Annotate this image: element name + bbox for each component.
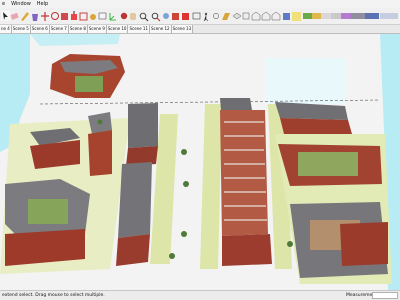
wireframe-icon[interactable] xyxy=(303,13,321,19)
shadow-icon[interactable] xyxy=(365,13,379,19)
tab-scene-6[interactable]: Scene 6 xyxy=(30,25,50,33)
water-canal-top xyxy=(30,34,120,46)
monochrome-icon[interactable] xyxy=(351,13,365,19)
tab-scene-8[interactable]: Scene 8 xyxy=(68,25,88,33)
paint-bucket-icon[interactable] xyxy=(32,14,38,21)
text-icon[interactable] xyxy=(98,12,107,20)
iso-view-icon[interactable] xyxy=(232,12,242,20)
status-bar: extend select. Drag mouse to select mult… xyxy=(0,290,400,300)
hidden-line-icon[interactable] xyxy=(321,13,331,19)
shaded-icon[interactable] xyxy=(331,13,341,19)
model-viewport[interactable] xyxy=(0,34,400,290)
building-block-c xyxy=(220,110,268,236)
toolbar-icons xyxy=(1,11,398,22)
menu-bar: e Window Help xyxy=(0,0,400,8)
tab-scene-11[interactable]: Scene 11 xyxy=(128,25,151,33)
building-block-d xyxy=(222,234,272,266)
pan-icon[interactable] xyxy=(130,13,136,20)
push-pull-icon[interactable] xyxy=(71,11,77,20)
scale-icon[interactable] xyxy=(61,13,68,20)
extension-icon[interactable] xyxy=(182,13,189,20)
tab-scene-5[interactable]: Scene 5 xyxy=(11,25,31,33)
textured-icon[interactable] xyxy=(341,13,351,19)
building-block-b xyxy=(116,234,150,266)
water-pool-top-right xyxy=(265,58,345,104)
status-hint: extend select. Drag mouse to select mult… xyxy=(2,293,105,298)
zoom-extents-icon[interactable] xyxy=(151,12,161,22)
tab-scene-10[interactable]: Scene 10 xyxy=(106,25,129,33)
back-view-icon[interactable] xyxy=(271,11,281,21)
building-block-a-roof xyxy=(128,103,158,148)
walk-icon[interactable] xyxy=(203,12,209,22)
toolbar xyxy=(0,8,400,25)
3d-warehouse-icon[interactable] xyxy=(172,13,179,20)
courtyard-left-bottom xyxy=(28,199,68,224)
pencil-icon[interactable] xyxy=(21,12,29,21)
menu-item-window[interactable]: Window xyxy=(11,0,31,8)
section-plane-icon[interactable] xyxy=(222,13,230,20)
building-right-top xyxy=(280,118,352,134)
previous-view-icon[interactable] xyxy=(163,13,169,19)
offset-icon[interactable] xyxy=(79,12,88,21)
top-view-icon[interactable] xyxy=(242,12,250,20)
courtyard-right-mid xyxy=(298,152,358,176)
building-left-tower xyxy=(88,130,112,176)
select-icon[interactable] xyxy=(1,11,10,21)
tab-scene-9[interactable]: Scene 9 xyxy=(87,25,107,33)
tab-scene-12[interactable]: Scene 12 xyxy=(150,25,172,33)
eraser-icon[interactable] xyxy=(10,12,19,20)
scene-tabs: ne 4 Scene 5 Scene 6 Scene 7 Scene 8 Sce… xyxy=(0,25,400,34)
axes-icon[interactable] xyxy=(109,13,116,21)
look-around-icon[interactable] xyxy=(213,13,219,19)
building-right-bottom-facade xyxy=(340,222,388,266)
tab-scene-13[interactable]: Scene 13 xyxy=(171,25,194,33)
tab-scene-7[interactable]: Scene 7 xyxy=(49,25,69,33)
tab-scene-4[interactable]: ne 4 xyxy=(0,25,12,33)
camera-icon[interactable] xyxy=(192,12,201,20)
orbit-icon[interactable] xyxy=(120,12,128,20)
move-icon[interactable] xyxy=(41,12,49,21)
zoom-icon[interactable] xyxy=(139,12,149,22)
rotate-icon[interactable] xyxy=(51,12,59,20)
xray-icon[interactable] xyxy=(292,12,301,21)
courtyard-top-left xyxy=(75,76,103,92)
site-model xyxy=(0,34,400,290)
front-view-icon[interactable] xyxy=(251,11,261,21)
building-block-b-roof xyxy=(118,162,152,238)
measurements-input[interactable] xyxy=(372,292,398,299)
menu-item-help[interactable]: Help xyxy=(37,0,48,8)
menu-item-edit[interactable]: e xyxy=(2,0,5,8)
left-view-icon[interactable] xyxy=(283,13,290,20)
fog-icon[interactable] xyxy=(380,13,398,19)
tape-measure-icon[interactable] xyxy=(90,14,96,20)
right-view-icon[interactable] xyxy=(261,11,271,21)
building-block-c-roof xyxy=(220,98,252,110)
